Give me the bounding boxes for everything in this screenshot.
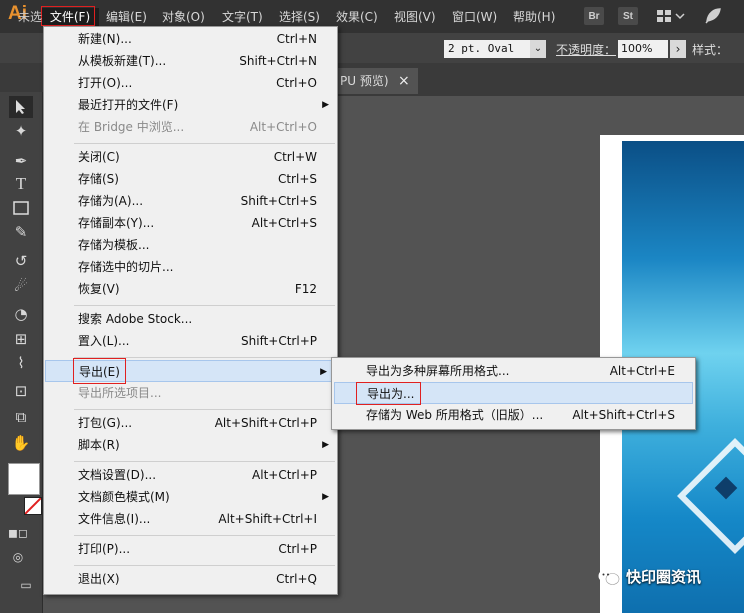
shape-builder-icon[interactable]: ◔ xyxy=(9,303,33,325)
submenu-arrow-icon: ▶ xyxy=(322,440,329,450)
menu-edit[interactable]: 编辑(E) xyxy=(104,8,149,26)
chevron-right-icon[interactable]: › xyxy=(670,40,686,58)
menu-item-save-as-template[interactable]: 存储为模板... xyxy=(44,234,337,256)
bridge-icon[interactable]: Br xyxy=(584,7,604,25)
menu-item-document-setup[interactable]: 文档设置(D)... Alt+Ctrl+P xyxy=(44,464,337,486)
workspace-grid-icon[interactable] xyxy=(654,7,688,25)
watermark-text: 快印圈资讯 xyxy=(626,568,702,586)
opacity-input[interactable]: 100% xyxy=(618,40,668,58)
menu-separator xyxy=(74,409,335,410)
symbol-sprayer-icon[interactable]: ⊡ xyxy=(9,380,33,402)
fill-color-swatch[interactable] xyxy=(8,463,40,495)
eyedropper-icon[interactable]: ⌇ xyxy=(9,352,33,374)
menu-item-export-for-screens[interactable]: 导出为多种屏幕所用格式... Alt+Ctrl+E xyxy=(332,360,695,382)
artboard-tool-icon[interactable]: ⧉ xyxy=(9,406,33,428)
submenu-arrow-icon: ▶ xyxy=(320,367,327,377)
hand-tool-icon[interactable]: ✋ xyxy=(9,432,33,454)
menu-item-package[interactable]: 打包(G)... Alt+Shift+Ctrl+P xyxy=(44,412,337,434)
selection-tool-icon[interactable] xyxy=(9,96,33,118)
close-icon[interactable]: × xyxy=(398,73,410,89)
menu-item-save[interactable]: 存储(S) Ctrl+S xyxy=(44,168,337,190)
menu-window[interactable]: 窗口(W) xyxy=(450,8,499,26)
menu-item-save-as[interactable]: 存储为(A)... Shift+Ctrl+S xyxy=(44,190,337,212)
submenu-arrow-icon: ▶ xyxy=(322,100,329,110)
menu-item-new-from-template[interactable]: 从模板新建(T)... Shift+Ctrl+N xyxy=(44,50,337,72)
menu-type[interactable]: 文字(T) xyxy=(220,8,265,26)
menu-separator xyxy=(74,305,335,306)
draw-mode-icon[interactable]: ◎ xyxy=(6,546,30,568)
paintbrush-icon[interactable]: ✎ xyxy=(9,221,33,243)
menu-item-save-for-web-legacy[interactable]: 存储为 Web 所用格式（旧版）... Alt+Shift+Ctrl+S xyxy=(332,404,695,426)
menu-item-export-selection[interactable]: 导出所选项目... xyxy=(44,382,337,404)
menu-item-place[interactable]: 置入(L)... Shift+Ctrl+P xyxy=(44,330,337,352)
submenu-arrow-icon: ▶ xyxy=(322,492,329,502)
menu-help[interactable]: 帮助(H) xyxy=(511,8,557,26)
menu-separator xyxy=(74,535,335,536)
file-menu-highlight-box xyxy=(41,6,95,26)
menu-object[interactable]: 对象(O) xyxy=(160,8,207,26)
stock-icon[interactable]: St xyxy=(618,7,638,25)
menu-separator xyxy=(74,143,335,144)
pen-tool-icon[interactable]: ✒ xyxy=(9,150,33,172)
menu-separator xyxy=(74,565,335,566)
mesh-tool-icon[interactable]: ⊞ xyxy=(9,328,33,350)
magic-wand-icon[interactable]: ✦ xyxy=(9,120,33,142)
menu-select[interactable]: 选择(S) xyxy=(277,8,322,26)
menu-item-browse-in-bridge[interactable]: 在 Bridge 中浏览... Alt+Ctrl+O xyxy=(44,116,337,138)
menu-item-export-as[interactable]: 导出为... xyxy=(334,382,693,404)
stroke-color-swatch[interactable] xyxy=(24,497,42,515)
file-menu: 新建(N)... Ctrl+N 从模板新建(T)... Shift+Ctrl+N 打… xyxy=(43,26,338,595)
menu-item-new[interactable]: 新建(N)... Ctrl+N xyxy=(44,28,337,50)
type-tool-icon[interactable]: T xyxy=(9,173,33,195)
warp-tool-icon[interactable]: ☄ xyxy=(9,275,33,297)
menu-item-search-adobe-stock[interactable]: 搜索 Adobe Stock... xyxy=(44,308,337,330)
menu-item-scripts[interactable]: 脚本(R) ▶ xyxy=(44,434,337,456)
wechat-watermark: 快印圈资讯 xyxy=(598,566,701,587)
rectangle-tool-icon[interactable] xyxy=(9,197,33,219)
rotate-tool-icon[interactable]: ↺ xyxy=(9,250,33,272)
menu-item-recent-files[interactable]: 最近打开的文件(F) ▶ xyxy=(44,94,337,116)
menu-view[interactable]: 视图(V) xyxy=(392,8,438,26)
chevron-down-icon[interactable]: ⌄ xyxy=(530,40,546,58)
selection-status: 未选 xyxy=(18,10,43,24)
feather-icon[interactable] xyxy=(702,7,724,25)
menu-item-export[interactable]: 导出(E) ▶ xyxy=(45,360,336,382)
menu-item-exit[interactable]: 退出(X) Ctrl+Q xyxy=(44,568,337,590)
opacity-label[interactable]: 不透明度： xyxy=(556,41,616,58)
style-label: 样式： xyxy=(692,43,729,57)
menu-item-open[interactable]: 打开(O)... Ctrl+O xyxy=(44,72,337,94)
menu-item-close[interactable]: 关闭(C) Ctrl+W xyxy=(44,146,337,168)
menu-effect[interactable]: 效果(C) xyxy=(334,8,380,26)
export-submenu: 导出为多种屏幕所用格式... Alt+Ctrl+E 导出为... 存储为 Web … xyxy=(331,357,696,430)
menu-item-document-color-mode[interactable]: 文档颜色模式(M) ▶ xyxy=(44,486,337,508)
menu-separator xyxy=(74,357,335,358)
wechat-icon xyxy=(598,569,620,585)
menu-item-print[interactable]: 打印(P)... Ctrl+P xyxy=(44,538,337,560)
menu-item-save-copy[interactable]: 存储副本(Y)... Alt+Ctrl+S xyxy=(44,212,337,234)
screen-mode-icon[interactable]: ▭ xyxy=(14,574,38,596)
menu-separator xyxy=(74,461,335,462)
color-mode-icon[interactable]: ◼◻ xyxy=(6,522,30,544)
menu-item-revert[interactable]: 恢复(V) F12 xyxy=(44,278,337,300)
menu-item-file-info[interactable]: 文件信息(I)... Alt+Shift+Ctrl+I xyxy=(44,508,337,530)
menu-item-save-selected-slices[interactable]: 存储选中的切片... xyxy=(44,256,337,278)
